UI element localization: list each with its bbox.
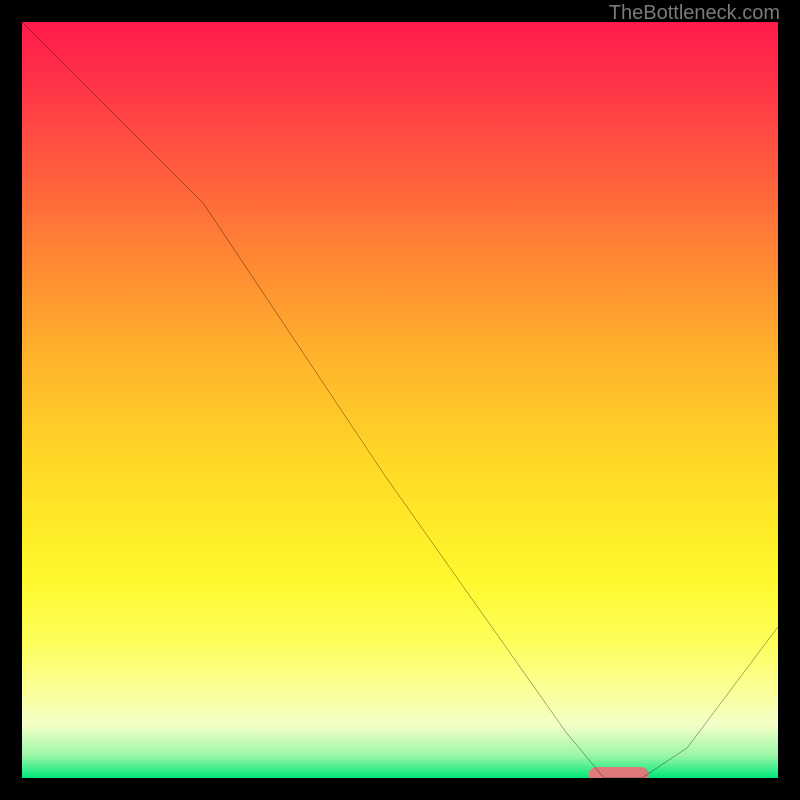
plot-area bbox=[22, 22, 778, 778]
bottleneck-curve bbox=[22, 22, 778, 778]
curve-path bbox=[22, 22, 778, 778]
